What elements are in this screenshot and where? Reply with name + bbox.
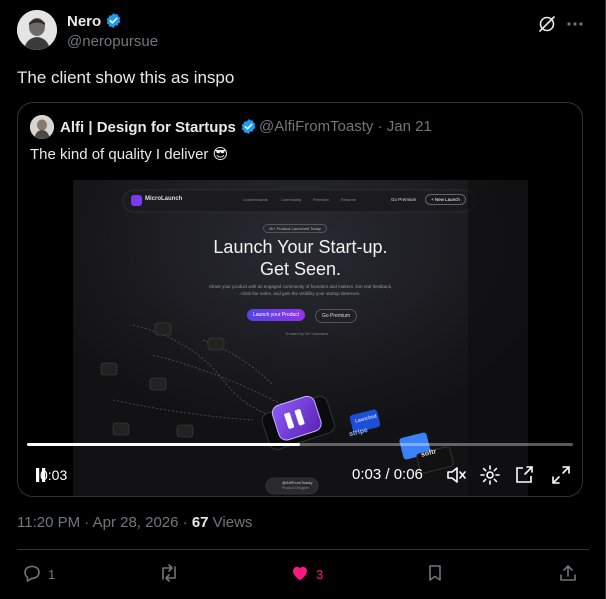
preview-cta-secondary: Go Premium (315, 309, 358, 323)
bookmark-icon (425, 563, 445, 586)
grok-icon[interactable] (537, 14, 557, 34)
reply-count: 1 (48, 566, 56, 582)
quoted-author-avatar[interactable] (30, 115, 54, 139)
preview-trusted: Trusted by 2k+ founders (285, 331, 329, 336)
picture-in-picture-icon[interactable] (513, 464, 535, 486)
video-progress-bar[interactable] (27, 443, 573, 446)
preview-brand: MicroLaunch (145, 196, 183, 202)
like-count: 3 (316, 566, 324, 582)
video-progress-fill (27, 443, 300, 446)
more-options-icon[interactable] (565, 14, 585, 34)
post-timestamp[interactable]: 11:20 PM · Apr 28, 2026 · (17, 514, 192, 531)
post-meta: 11:20 PM · Apr 28, 2026 · 67 Views (17, 514, 252, 531)
share-icon (558, 563, 578, 586)
quoted-author-name-text[interactable]: Alfi | Design for Startups (60, 119, 236, 136)
quoted-handle-date[interactable]: @AlfiFromToasty · Jan 21 (259, 118, 432, 135)
post: Nero @neropursue The client show this as… (0, 0, 606, 599)
post-text: The client show this as inspo (17, 68, 235, 87)
preview-sub-1: Share your product with an engaged commu… (208, 284, 393, 289)
preview-nav-3: Premium (313, 197, 330, 202)
video-player[interactable]: MicroLaunch Leaderboards Community Premi… (18, 180, 582, 496)
author-avatar[interactable] (17, 10, 57, 50)
mute-icon[interactable] (445, 464, 467, 486)
like-button[interactable]: 3 (290, 563, 323, 585)
repost-button[interactable] (158, 563, 186, 585)
preview-headline-2: Get Seen. (259, 259, 342, 279)
preview-new-launch: + New Launch (425, 194, 466, 205)
verified-badge-icon (105, 12, 122, 33)
settings-gear-icon[interactable] (479, 464, 501, 486)
preview-go-premium: Go Premium (391, 197, 417, 202)
repost-icon (158, 563, 180, 586)
views-label: Views (208, 514, 253, 531)
quoted-author-name[interactable]: Alfi | Design for Startups (60, 118, 257, 139)
fullscreen-icon[interactable] (550, 464, 572, 486)
bookmark-button[interactable] (425, 563, 445, 585)
preview-sub-2: climb the ranks, and gain the visibility… (240, 291, 361, 296)
reply-icon (22, 563, 42, 586)
preview-cta-primary: Launch your Product (247, 309, 306, 321)
video-time-display: 0:03 / 0:06 (352, 466, 423, 483)
divider (17, 549, 589, 550)
preview-badge: 2k+ Product Launched Today (263, 224, 327, 233)
heart-filled-icon (290, 563, 310, 586)
video-frame: MicroLaunch Leaderboards Community Premi… (73, 180, 528, 496)
video-current-time: 0:03 (40, 467, 68, 483)
reply-button[interactable]: 1 (22, 563, 55, 585)
preview-nav-4: Resume (341, 197, 356, 202)
views-count: 67 (191, 514, 209, 531)
preview-headline-1: Launch Your Start-up. (213, 237, 388, 257)
quoted-verified-badge-icon (240, 118, 257, 139)
quoted-text: The kind of quality I deliver 😎 (30, 146, 229, 163)
share-button[interactable] (558, 563, 578, 585)
preview-watermark-handle: @AlfiFromToasty (282, 480, 313, 485)
preview-nav-1: Leaderboards (243, 197, 268, 202)
preview-nav-2: Community (281, 197, 302, 202)
author-name-text[interactable]: Nero (67, 13, 101, 30)
author-handle[interactable]: @neropursue (67, 33, 158, 50)
preview-watermark-role: Product Designer (282, 486, 310, 490)
quoted-post[interactable]: Alfi | Design for Startups @AlfiFromToas… (17, 102, 583, 497)
author-name[interactable]: Nero (67, 12, 122, 33)
